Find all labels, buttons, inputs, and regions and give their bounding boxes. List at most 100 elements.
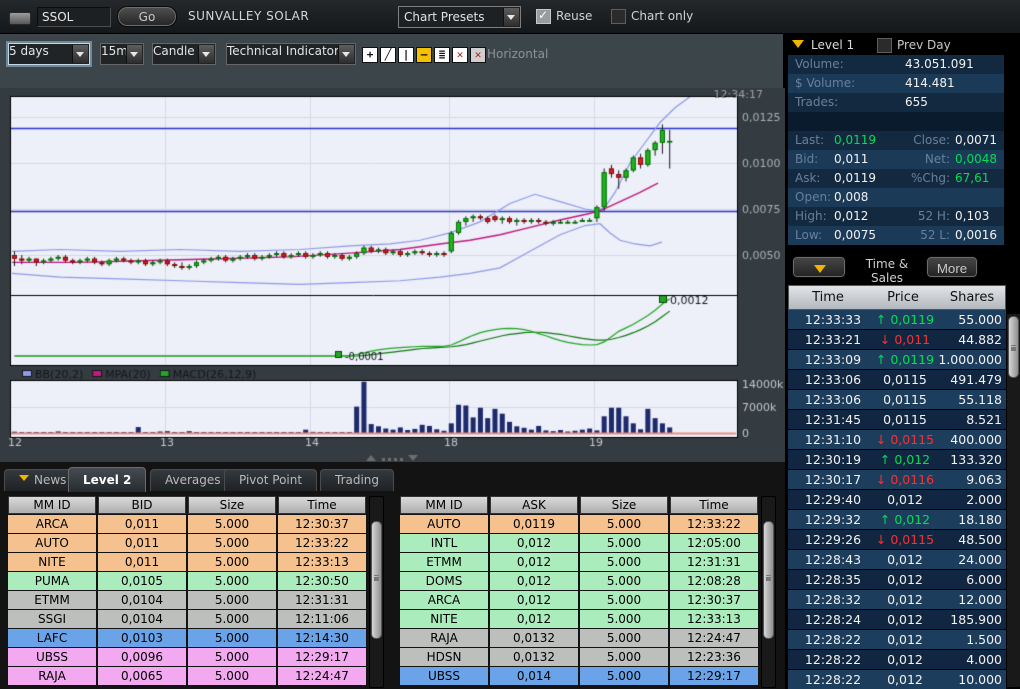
delete-drawing-tool-icon[interactable]: ✕ (452, 47, 468, 63)
scrollbar-thumb[interactable] (371, 521, 382, 639)
time-sales-scrollbar[interactable] (1006, 313, 1020, 688)
time-sales-row[interactable]: 12:33:060,0115491.479 (788, 370, 1006, 389)
interval-dropdown[interactable]: 15m (100, 43, 144, 65)
size-cell: 5.000 (188, 667, 276, 685)
level1-value: 0,011 (834, 150, 868, 169)
table-row-ask[interactable]: DOMS0,0125.00012:08:28 (400, 572, 758, 590)
time-sales-row[interactable]: 12:29:26↓ 0,011548.500 (788, 530, 1006, 549)
tab-trading[interactable]: Trading (320, 469, 394, 491)
table-row-bid[interactable]: NITE0,0115.00012:33:13 (8, 553, 366, 571)
time-sales-row[interactable]: 12:30:19↑ 0,012133.320 (788, 450, 1006, 469)
time-sales-row[interactable]: 12:33:09↑ 0,01191.000.000 (788, 350, 1006, 369)
go-button[interactable]: Go (118, 7, 176, 26)
time-sales-row[interactable]: 12:33:21↓ 0,01144.882 (788, 330, 1006, 349)
table-header: MM IDBIDSizeTime (8, 496, 366, 514)
chevron-down-icon[interactable] (198, 45, 214, 63)
size-cell: 5.000 (188, 572, 276, 590)
reuse-checkbox[interactable] (536, 9, 551, 24)
price-volume-chart[interactable] (0, 88, 785, 462)
size-cell: 5.000 (188, 591, 276, 609)
horizontal-line-tool-icon[interactable]: — (416, 47, 432, 63)
chevron-down-icon[interactable] (72, 45, 88, 63)
chevron-down-icon (814, 265, 826, 279)
table-row-ask[interactable]: INTL0,0125.00012:05:00 (400, 534, 758, 552)
more-button[interactable]: More (927, 257, 977, 277)
table-row-ask[interactable]: ETMM0,0125.00012:31:31 (400, 553, 758, 571)
size-cell: 5.000 (580, 553, 668, 571)
scrollbar-thumb[interactable] (763, 521, 774, 639)
time-cell: 12:31:45 (796, 410, 870, 429)
prev-day-checkbox[interactable] (877, 38, 892, 53)
table-row-bid[interactable]: SSGI0,01045.00012:11:06 (8, 610, 366, 628)
crosshair-tool-icon[interactable]: + (362, 47, 378, 63)
time-sales-row[interactable]: 12:28:320,01212.000 (788, 590, 1006, 609)
table-row-ask[interactable]: AUTO0,01195.00012:33:22 (400, 515, 758, 533)
price-cell: 0,011 (98, 515, 186, 533)
size-cell: 5.000 (580, 572, 668, 590)
table-row-bid[interactable]: ARCA0,0115.00012:30:37 (8, 515, 366, 533)
chart-style-dropdown[interactable]: Candle (152, 43, 216, 65)
level1-collapse-icon[interactable] (792, 40, 804, 54)
tab-averages[interactable]: Averages (150, 469, 236, 491)
chart-presets-dropdown[interactable]: Chart Presets (398, 6, 521, 28)
table-row-bid[interactable]: AUTO0,0115.00012:33:22 (8, 534, 366, 552)
time-sales-row[interactable]: 12:33:060,011555.118 (788, 390, 1006, 409)
table-row-ask[interactable]: UBSS0,0145.00012:29:17 (400, 667, 758, 685)
tab-pivot-point[interactable]: Pivot Point (224, 469, 317, 491)
ask-table-scrollbar[interactable] (761, 496, 776, 688)
table-row-bid[interactable]: RAJA0,00655.00012:24:47 (8, 667, 366, 685)
time-cell: 12:28:24 (796, 610, 870, 629)
time-sales-row[interactable]: 12:30:17↓ 0,01169.063 (788, 470, 1006, 489)
time-sales-row[interactable]: 12:28:430,01224.000 (788, 550, 1006, 569)
time-sales-row[interactable]: 12:33:33↑ 0,011955.000 (788, 310, 1006, 329)
time-sales-row[interactable]: 12:28:220,0121.500 (788, 630, 1006, 649)
level1-label: Close: (900, 131, 950, 150)
level1-value: 0,0119 (834, 131, 876, 150)
mm-id-cell: LAFC (8, 629, 96, 647)
time-sales-row[interactable]: 12:28:240,012185.900 (788, 610, 1006, 629)
vertical-line-tool-icon[interactable]: | (398, 47, 414, 63)
table-row-bid[interactable]: UBSS0,00965.00012:29:17 (8, 648, 366, 666)
technical-indicators-dropdown[interactable]: Technical Indicators (226, 43, 356, 65)
time-sales-row[interactable]: 12:28:350,0126.000 (788, 570, 1006, 589)
table-row-ask[interactable]: NITE0,0125.00012:33:13 (400, 610, 758, 628)
table-row-bid[interactable]: LAFC0,01035.00012:14:30 (8, 629, 366, 647)
scrollbar-thumb[interactable] (1008, 316, 1019, 378)
trend-line-tool-icon[interactable]: ╱ (380, 47, 396, 63)
time-sales-dropdown-button[interactable] (793, 257, 845, 277)
time-cell: 12:14:30 (278, 629, 366, 647)
symbol-input[interactable] (37, 7, 111, 27)
chevron-down-icon[interactable] (338, 45, 354, 63)
time-sales-row[interactable]: 12:29:32↑ 0,01218.180 (788, 510, 1006, 529)
delete-all-drawings-tool-icon[interactable]: ✕ (470, 47, 486, 63)
time-sales-row[interactable]: 12:28:220,0124.000 (788, 650, 1006, 669)
price-cell: 0,0105 (98, 572, 186, 590)
mm-id-cell: NITE (400, 610, 488, 628)
period-label: 5 days (9, 44, 49, 58)
size-cell: 5.000 (188, 648, 276, 666)
window-icon[interactable] (9, 12, 31, 25)
time-sales-row[interactable]: 12:29:400,0122.000 (788, 490, 1006, 509)
column-header-time: Time (278, 496, 366, 514)
period-dropdown[interactable]: 5 days (8, 43, 90, 65)
time-cell: 12:28:22 (796, 650, 870, 669)
table-row-ask[interactable]: RAJA0,01325.00012:24:47 (400, 629, 758, 647)
time-cell: 12:29:32 (796, 510, 870, 529)
column-header-time: Time (670, 496, 758, 514)
chart-only-checkbox[interactable] (611, 9, 626, 24)
table-row-ask[interactable]: HDSN0,01325.00012:23:36 (400, 648, 758, 666)
table-row-ask[interactable]: ARCA0,0125.00012:30:37 (400, 591, 758, 609)
time-cell: 12:33:22 (670, 515, 758, 533)
chevron-down-icon[interactable] (503, 8, 519, 26)
bid-table-scrollbar[interactable] (369, 496, 384, 688)
chevron-down-icon[interactable] (126, 45, 142, 63)
fibonacci-lines-tool-icon[interactable]: ≣ (434, 47, 450, 63)
size-cell: 5.000 (188, 629, 276, 647)
tab-level-2[interactable]: Level 2 (68, 467, 146, 492)
time-sales-row[interactable]: 12:28:220,01210.000 (788, 670, 1006, 689)
time-sales-row[interactable]: 12:31:10↓ 0,0115400.000 (788, 430, 1006, 449)
price-cell: 0,011 (98, 553, 186, 571)
time-sales-row[interactable]: 12:31:450,01158.521 (788, 410, 1006, 429)
table-row-bid[interactable]: ETMM0,01045.00012:31:31 (8, 591, 366, 609)
table-row-bid[interactable]: PUMA0,01055.00012:30:50 (8, 572, 366, 590)
